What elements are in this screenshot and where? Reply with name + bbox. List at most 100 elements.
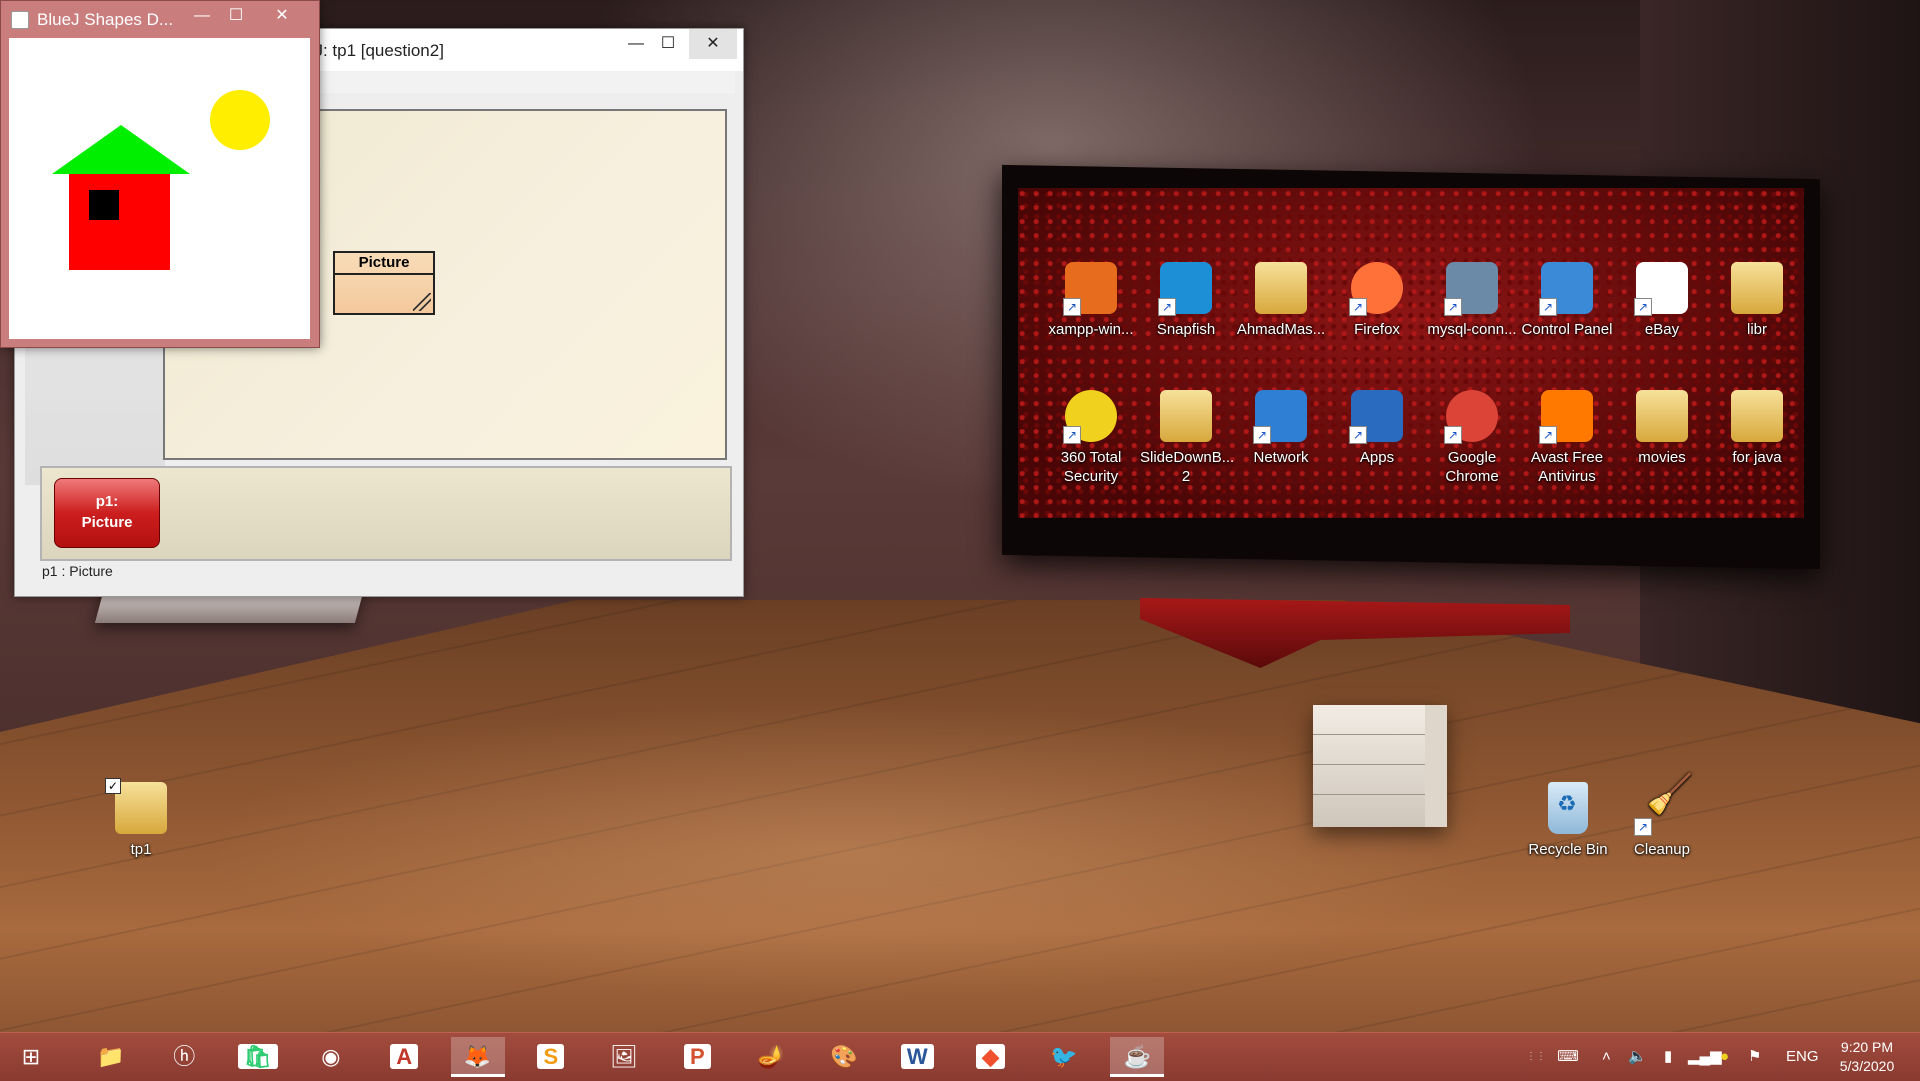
taskbar: ⊞ 📁 ⓗ 🛍 ◉ A 🦊 S 🖼 P 🪔 🎨 W ◆ 🐦 ☕ ⋮⋮ ⌨ ˄ 🔈 ▮ ▂▄▆ ● ⚑ ENG … — [0, 1032, 1920, 1081]
desktop-icon-label: Google Chrome — [1445, 449, 1499, 485]
house-wall-square — [69, 174, 170, 270]
taskbar-sublime-button[interactable]: S — [524, 1037, 578, 1077]
java-app-icon — [11, 11, 29, 29]
chevron-up-icon[interactable]: ˄ — [1602, 1033, 1611, 1081]
security-shield-icon[interactable]: ● — [1720, 1033, 1729, 1081]
network-icon — [1253, 390, 1307, 444]
taskbar-hp-button[interactable]: ⓗ — [157, 1037, 211, 1077]
lamp-icon: 🪔 — [756, 1044, 785, 1069]
clock[interactable]: 9:20 PM 5/3/2020 — [1824, 1038, 1910, 1076]
folder-icon — [1636, 390, 1688, 442]
taskbar-start-button[interactable]: ⊞ — [4, 1037, 58, 1077]
taskbar-store-button[interactable]: 🛍 — [231, 1037, 285, 1077]
shapes-canvas — [9, 38, 310, 339]
desktop-icon-label: 360 Total Security — [1060, 449, 1122, 485]
apps-icon — [1349, 390, 1403, 444]
desktop-icon-label: tp1 — [130, 841, 152, 858]
drawer-cabinet — [1313, 705, 1447, 827]
shapes-drawing — [52, 90, 270, 270]
resize-handle-icon — [413, 293, 431, 311]
taskbar-file-explorer-button[interactable]: 📁 — [84, 1037, 138, 1077]
desktop-icon-slidedownb-2[interactable]: SlideDownB... 2 — [1140, 390, 1234, 486]
taskbar-firefox-button[interactable]: 🦊 — [450, 1037, 505, 1077]
control-panel-icon — [1539, 262, 1593, 316]
chrome-icon: ◉ — [321, 1044, 341, 1069]
taskbar-photo-button[interactable]: 🖼 — [597, 1037, 651, 1077]
desktop-icon-label: libr — [1746, 321, 1767, 338]
taskbar-powerpoint-button[interactable]: P — [670, 1037, 724, 1077]
store-icon: 🛍 — [237, 1044, 278, 1069]
mysql-icon — [1444, 262, 1498, 316]
firefox-icon — [1349, 262, 1403, 316]
recycle-bin-icon: ♻ — [1548, 782, 1588, 834]
close-button[interactable]: ✕ — [257, 1, 307, 31]
desktop-icon-control-panel[interactable]: Control Panel — [1521, 262, 1613, 339]
class-box-picture[interactable]: Picture — [333, 251, 435, 315]
folder-icon — [1255, 262, 1307, 314]
action-center-flag-icon[interactable]: ⚑ — [1748, 1033, 1761, 1081]
desktop-icon-movies[interactable]: movies — [1616, 390, 1708, 467]
desktop-icon-libr[interactable]: libr — [1711, 262, 1803, 339]
window-title: eJ: tp1 [question2] — [305, 41, 444, 60]
taskbar-git-button[interactable]: ◆ — [964, 1037, 1018, 1077]
house-window-square — [89, 190, 119, 220]
object-p1-picture[interactable]: p1: Picture — [54, 478, 160, 548]
folder-icon — [1731, 390, 1783, 442]
desktop-icon-apps[interactable]: Apps — [1331, 390, 1423, 467]
desktop-icon-label: Control Panel — [1521, 321, 1613, 338]
maximize-button[interactable]: ☐ — [647, 29, 689, 59]
xampp-icon — [1063, 262, 1117, 316]
roof-triangle — [52, 125, 190, 174]
photo-icon: 🖼 — [610, 1044, 639, 1069]
network-signal-icon[interactable]: ▂▄▆ — [1688, 1033, 1722, 1081]
sun-circle — [210, 90, 270, 150]
taskbar-lamp-button[interactable]: 🪔 — [744, 1037, 798, 1077]
desktop-icon-for-java[interactable]: for java — [1711, 390, 1803, 467]
maximize-button[interactable]: ☐ — [215, 1, 257, 31]
desktop-icon-google-chrome[interactable]: Google Chrome — [1426, 390, 1518, 486]
hp-icon: ⓗ — [173, 1044, 196, 1069]
language-indicator[interactable]: ENG — [1786, 1033, 1819, 1081]
close-button[interactable]: ✕ — [689, 29, 737, 59]
desktop-icon-label: Network — [1253, 449, 1309, 466]
powerpoint-icon: P — [684, 1044, 711, 1069]
object-bench: p1: Picture — [40, 466, 732, 561]
word-icon: W — [900, 1044, 934, 1069]
desktop-icon-label: eBay — [1644, 321, 1680, 338]
taskbar-java-button[interactable]: ☕ — [1110, 1037, 1165, 1077]
touch-keyboard-icon[interactable]: ⌨ — [1546, 1033, 1590, 1081]
desktop-icon-label: xampp-win... — [1048, 321, 1134, 338]
git-icon: ◆ — [976, 1044, 1006, 1069]
taskbar-chrome-button[interactable]: ◉ — [304, 1037, 358, 1077]
paint-icon: 🎨 — [830, 1044, 858, 1069]
bluej-bird-icon: 🐦 — [1050, 1044, 1078, 1069]
avast-icon — [1539, 390, 1593, 444]
cleanup-icon: 🧹 — [1634, 776, 1693, 836]
access-icon: A — [390, 1044, 419, 1069]
desktop-icon-xampp-win[interactable]: xampp-win... — [1045, 262, 1137, 339]
battery-icon[interactable]: ▮ — [1664, 1033, 1672, 1081]
chrome-icon — [1444, 390, 1498, 444]
volume-icon[interactable]: 🔈 — [1628, 1033, 1647, 1081]
desktop-icon-ebay[interactable]: eBay — [1616, 262, 1708, 339]
folder-icon: ✓ — [105, 778, 167, 834]
desktop-icon-mysql-conn[interactable]: mysql-conn... — [1426, 262, 1518, 339]
desktop-icon-recycle-bin[interactable]: ♻ Recycle Bin — [1522, 782, 1614, 859]
desktop-icon-snapfish[interactable]: Snapfish — [1140, 262, 1232, 339]
desktop-icon-ahmadmas[interactable]: AhmadMas... — [1235, 262, 1327, 339]
shapes-titlebar[interactable]: BlueJ Shapes D... — ☐ ✕ — [1, 1, 319, 37]
desktop-icon-tp1[interactable]: ✓ tp1 — [95, 778, 187, 859]
desktop-icon-label: Firefox — [1354, 321, 1400, 338]
desktop-icon-label: Cleanup — [1634, 841, 1690, 858]
desktop-icon-network[interactable]: Network — [1235, 390, 1327, 467]
taskbar-access-button[interactable]: A — [377, 1037, 431, 1077]
taskbar-paint-button[interactable]: 🎨 — [817, 1037, 871, 1077]
taskbar-bluej-button[interactable]: 🐦 — [1037, 1037, 1091, 1077]
desktop-icon-avast-free-antivirus[interactable]: Avast Free Antivirus — [1521, 390, 1613, 486]
desktop-icon-cleanup[interactable]: 🧹 Cleanup — [1616, 776, 1708, 859]
clock-time: 9:20 PM — [1840, 1039, 1894, 1055]
taskbar-word-button[interactable]: W — [890, 1037, 944, 1077]
desktop-icon-firefox[interactable]: Firefox — [1331, 262, 1423, 339]
desktop-icon-360-total-security[interactable]: 360 Total Security — [1045, 390, 1137, 486]
shapes-window[interactable]: BlueJ Shapes D... — ☐ ✕ — [0, 0, 320, 348]
